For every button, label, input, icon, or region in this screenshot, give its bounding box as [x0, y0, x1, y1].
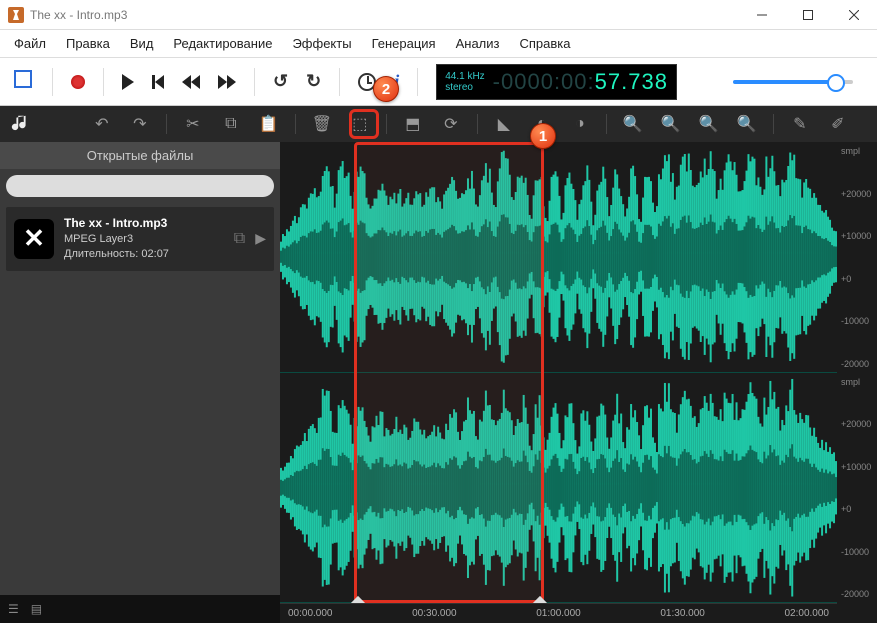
delete-button[interactable]: 🗑 — [310, 112, 334, 136]
redo-button[interactable]: ↷ — [128, 112, 152, 136]
sample-rate-label: 44.1 kHz — [445, 71, 484, 82]
tool-brush-icon[interactable]: ✐ — [826, 112, 850, 136]
menu-generate[interactable]: Генерация — [362, 32, 446, 55]
time-tick: 01:00.000 — [536, 608, 581, 619]
zoom-in-button[interactable]: 🔍 — [621, 112, 645, 136]
channel-right — [280, 373, 837, 604]
maximize-button[interactable] — [785, 0, 831, 30]
time-bright: 57.738 — [595, 69, 668, 95]
refresh-button[interactable]: ⟳ — [439, 112, 463, 136]
sidebar: Открытые файлы 🔍 ✕ The xx - Intro.mp3 MP… — [0, 142, 280, 623]
window-title: The xx - Intro.mp3 — [30, 8, 739, 22]
file-item[interactable]: ✕ The xx - Intro.mp3 MPEG Layer3 Длитель… — [6, 207, 274, 271]
menu-file[interactable]: Файл — [4, 32, 56, 55]
ruler-tick: -10000 — [837, 316, 877, 326]
file-play-icon[interactable]: ▶ — [255, 230, 266, 247]
app-icon — [8, 7, 24, 23]
main-area: Открытые файлы 🔍 ✕ The xx - Intro.mp3 MP… — [0, 142, 877, 623]
fastforward-button[interactable] — [218, 75, 236, 89]
callout-1: 1 — [530, 123, 556, 149]
file-meta: The xx - Intro.mp3 MPEG Layer3 Длительно… — [64, 215, 224, 263]
time-tick: 01:30.000 — [660, 608, 705, 619]
transport-toolbar: ↺ ↻ i 44.1 kHz stereo -0000:00: 57.738 — [0, 58, 877, 106]
undo-button[interactable]: ↶ — [90, 112, 114, 136]
time-tick: 00:00.000 — [288, 608, 333, 619]
stop-button[interactable] — [12, 68, 34, 95]
ruler-tick: +20000 — [837, 189, 877, 199]
search-wrap: 🔍 — [0, 169, 280, 203]
cut-button[interactable]: ✂ — [181, 112, 205, 136]
zoom-out-button[interactable]: 🔍 — [659, 112, 683, 136]
play-button[interactable] — [122, 74, 134, 90]
paste-button[interactable]: 📋 — [257, 112, 281, 136]
sidebar-heading: Открытые файлы — [0, 142, 280, 169]
fade-out-icon[interactable]: ◑ — [568, 112, 592, 136]
edit-toolbar: ↶ ↷ ✂ ⧉ 📋 🗑 ⬚ ⬒ ⟳ ◣ ◐ ◑ 🔍 🔍 🔍 🔍 ✎ ✐ — [0, 106, 877, 142]
record-button[interactable] — [71, 75, 85, 89]
amplitude-ruler: smpl +20000 +10000 +0 -10000 -20000 smpl… — [837, 142, 877, 603]
time-dim: -0000:00: — [493, 69, 595, 95]
minimize-button[interactable] — [739, 0, 785, 30]
menu-bar: Файл Правка Вид Редактирование Эффекты Г… — [0, 30, 877, 58]
time-tick: 02:00.000 — [785, 608, 830, 619]
ruler-tick: +10000 — [837, 462, 877, 472]
rewind-button[interactable] — [182, 75, 200, 89]
zoom-fit-button[interactable]: 🔍 — [735, 112, 759, 136]
skip-start-button[interactable] — [152, 75, 164, 89]
ruler-tick: +0 — [837, 504, 877, 514]
ruler-unit: smpl — [837, 146, 877, 156]
ruler-tick: +0 — [837, 274, 877, 284]
ruler-tick: -20000 — [837, 589, 877, 599]
waveform-area[interactable]: smpl +20000 +10000 +0 -10000 -20000 smpl… — [280, 142, 877, 623]
channel-left — [280, 142, 837, 373]
close-button[interactable] — [831, 0, 877, 30]
menu-view[interactable]: Вид — [120, 32, 164, 55]
view-list-icon[interactable]: ☰ — [8, 602, 19, 616]
menu-effects[interactable]: Эффекты — [282, 32, 361, 55]
note-icon — [6, 109, 36, 139]
zoom-reset-button[interactable]: 🔍 — [697, 112, 721, 136]
callout-2: 2 — [373, 76, 399, 102]
ruler-tick: -10000 — [837, 547, 877, 557]
ruler-tick: +10000 — [837, 231, 877, 241]
file-icon: ✕ — [14, 219, 54, 259]
channels-label: stereo — [445, 82, 484, 93]
file-codec-label: MPEG Layer3 — [64, 232, 224, 247]
title-bar: The xx - Intro.mp3 — [0, 0, 877, 30]
time-tick: 00:30.000 — [412, 608, 457, 619]
time-ruler[interactable]: 00:00.000 00:30.000 01:00.000 01:30.000 … — [280, 603, 837, 623]
menu-editing[interactable]: Редактирование — [163, 32, 282, 55]
view-grid-icon[interactable]: ▤ — [31, 602, 42, 616]
menu-analysis[interactable]: Анализ — [446, 32, 510, 55]
fade-ramp-icon[interactable]: ◣ — [492, 112, 516, 136]
tool-pencil-icon[interactable]: ✎ — [788, 112, 812, 136]
select-all-button[interactable]: ⬒ — [401, 112, 425, 136]
volume-slider[interactable] — [733, 80, 853, 84]
file-duration-label: Длительность: 02:07 — [64, 247, 224, 262]
time-display: 44.1 kHz stereo -0000:00: 57.738 — [436, 64, 677, 100]
loop-button[interactable]: ↺ — [273, 71, 288, 92]
sidebar-bottom-bar: ☰ ▤ — [0, 595, 280, 623]
file-name-label: The xx - Intro.mp3 — [64, 215, 224, 232]
copy-button[interactable]: ⧉ — [219, 112, 243, 136]
waveform-canvas[interactable] — [280, 142, 837, 603]
menu-help[interactable]: Справка — [509, 32, 580, 55]
ruler-unit: smpl — [837, 377, 877, 387]
crop-button[interactable]: ⬚ — [348, 112, 372, 136]
ruler-tick: -20000 — [837, 359, 877, 369]
file-link-icon[interactable]: ⧉ — [234, 230, 245, 248]
menu-edit[interactable]: Правка — [56, 32, 120, 55]
ruler-tick: +20000 — [837, 419, 877, 429]
loop-selection-button[interactable]: ↻ — [306, 71, 321, 92]
search-input[interactable] — [6, 175, 274, 197]
